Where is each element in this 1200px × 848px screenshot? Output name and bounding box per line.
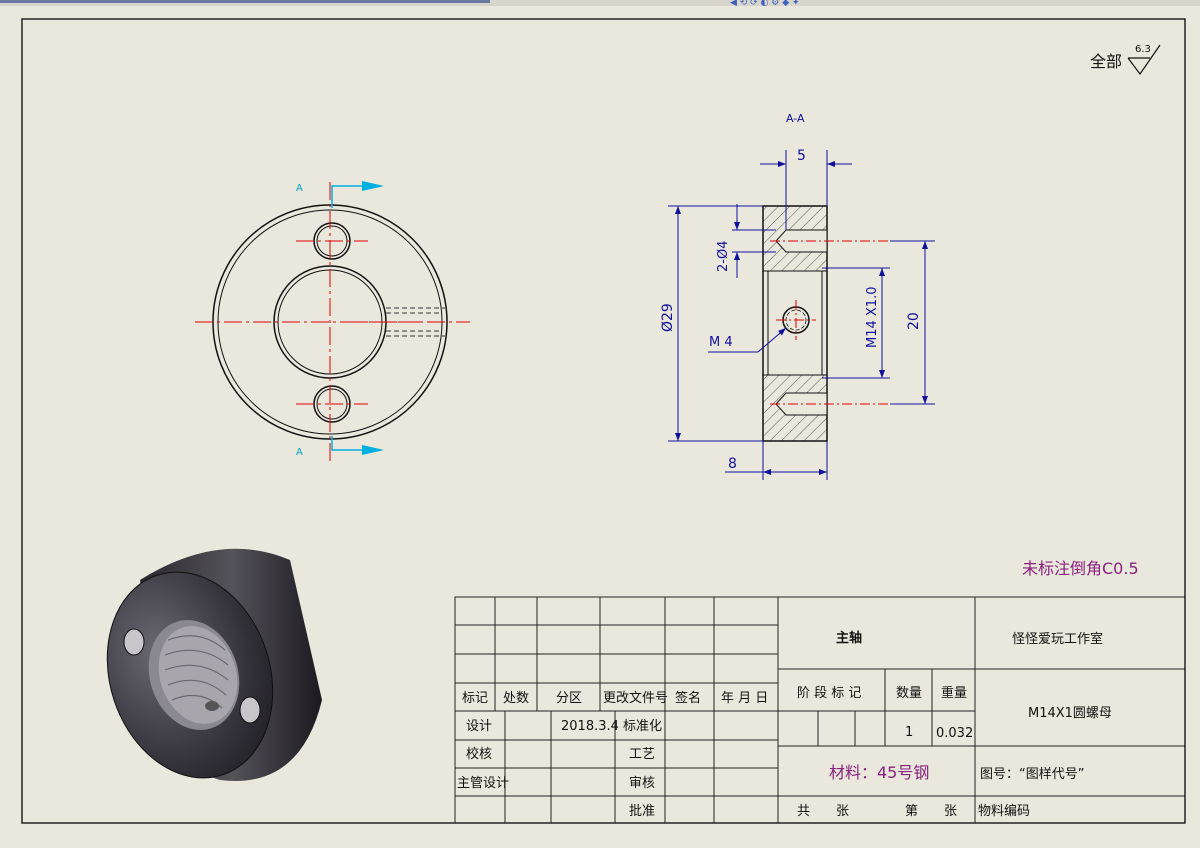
drawing-sheet: ◀ ⟲ ⟳ ◐ ⚙ ◆ ✦ 全部 6.3 A A A-A 5 2-Ø4 Ø29 …: [0, 0, 1200, 824]
weight-label: 重量: [941, 685, 967, 701]
svg-text:A: A: [296, 447, 303, 458]
row-design-date: 2018.3.4: [561, 719, 619, 734]
total-sheets: 共 张: [797, 804, 849, 819]
part-name: 主轴: [836, 630, 862, 646]
roughness-symbol: 全部 6.3: [1090, 44, 1161, 76]
header-mark: 标记: [462, 691, 488, 706]
dim-bolt-spacing: 20: [906, 312, 922, 330]
header-count: 处数: [503, 691, 529, 706]
dim-width-bottom: 8: [728, 456, 737, 472]
row-process: 工艺: [629, 747, 655, 762]
header-date: 年 月 日: [721, 691, 768, 706]
dim-tapped-hole: M 4: [709, 335, 733, 350]
toolbar-strip: ◀ ⟲ ⟳ ◐ ⚙ ◆ ✦: [0, 0, 1200, 8]
chamfer-note: 未标注倒角C0.5: [1022, 559, 1139, 578]
company-name: 怪怪爱玩工作室: [1012, 631, 1103, 647]
row-review: 审核: [629, 776, 655, 791]
section-view: A-A: [762, 112, 930, 442]
quantity-value: 1: [905, 725, 913, 740]
material-code: 物料编码: [978, 804, 1030, 819]
dim-hole-spec: 2-Ø4: [716, 241, 731, 272]
isometric-view: [106, 548, 322, 781]
quantity-label: 数量: [896, 686, 922, 701]
svg-text:A: A: [296, 183, 303, 194]
dim-width-top: 5: [797, 148, 806, 164]
section-title: A-A: [786, 112, 805, 125]
dim-thread: M14 X1.0: [865, 287, 880, 348]
row-approve: 批准: [629, 804, 655, 819]
drawing-number: 图号：“图样代号”: [980, 767, 1084, 782]
section-marker-top: A: [296, 181, 384, 208]
sheet-number: 第 张: [905, 804, 957, 819]
roughness-label: 全部: [1090, 52, 1122, 71]
weight-value: 0.032: [936, 726, 973, 741]
stage-label: 阶 段 标 记: [797, 686, 861, 701]
front-view: A A: [195, 181, 470, 462]
drawing-name: M14X1圆螺母: [1028, 706, 1112, 721]
material: 材料：45号钢: [829, 763, 929, 782]
dim-outer-diameter: Ø29: [660, 303, 676, 332]
row-check: 校核: [466, 746, 492, 762]
roughness-value: 6.3: [1135, 44, 1151, 55]
row-chief-design: 主管设计: [457, 776, 509, 791]
header-signature: 签名: [675, 690, 701, 706]
svg-text:◀ ⟲ ⟳ ◐ ⚙ ◆ ✦: ◀ ⟲ ⟳ ◐ ⚙ ◆ ✦: [730, 0, 800, 8]
title-block-text: 标记 处数 分区 更改文件号 签名 年 月 日 设计 2018.3.4 标准化 …: [457, 630, 1112, 819]
header-change-doc: 更改文件号: [603, 691, 668, 706]
header-zone: 分区: [556, 691, 582, 706]
row-standardize: 标准化: [623, 719, 662, 734]
row-design: 设计: [466, 719, 492, 734]
